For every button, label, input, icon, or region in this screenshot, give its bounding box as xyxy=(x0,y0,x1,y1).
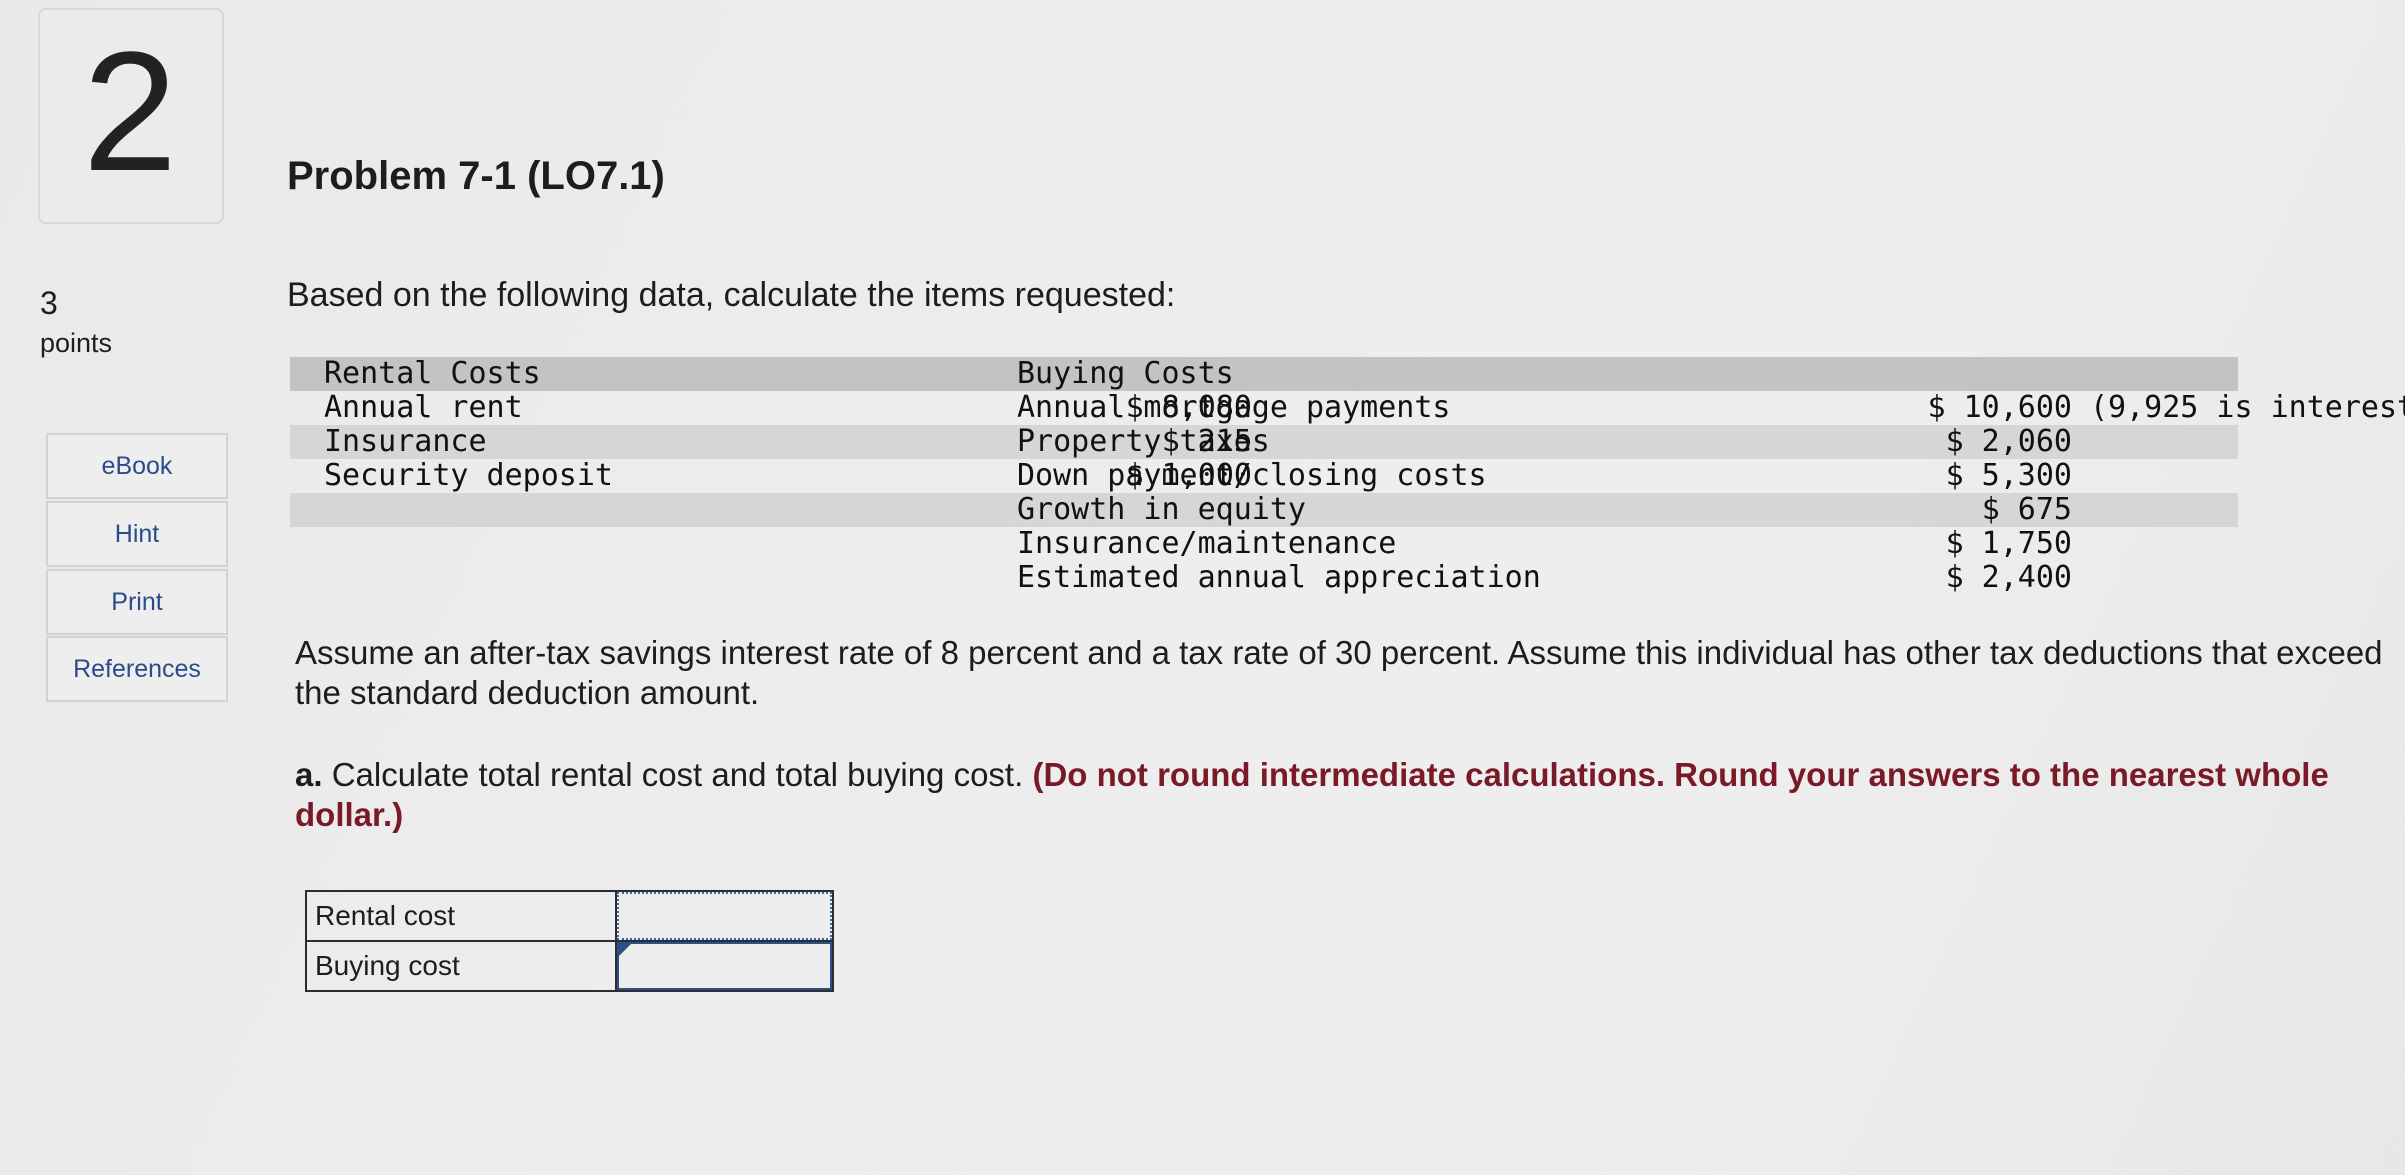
rental-costs-header: Rental Costs xyxy=(324,356,541,391)
buying-row-label: Estimated annual appreciation xyxy=(1017,560,1541,595)
print-button[interactable]: Print xyxy=(46,569,228,635)
mortgage-interest-note: (9,925 is interest) xyxy=(2090,390,2405,425)
points-value: 3 xyxy=(40,285,58,321)
problem-intro: Based on the following data, calculate t… xyxy=(287,276,1176,314)
buying-row-label: Annual mortgage payments xyxy=(1017,390,1451,425)
buying-row-value: $ 2,400 xyxy=(1945,560,2072,595)
question-number: 2 xyxy=(82,17,178,207)
buying-row-value: $ 675 xyxy=(1981,492,2072,527)
table-row: Buying cost xyxy=(305,940,834,992)
rental-row-label: Annual rent xyxy=(324,390,523,425)
assumption-text: Assume an after-tax savings interest rat… xyxy=(295,634,2383,711)
buying-row-value: $ 2,060 xyxy=(1945,424,2072,459)
points-label: points xyxy=(40,328,113,358)
buying-row-value: $ 1,750 xyxy=(1945,526,2072,561)
rental-cost-label: Rental cost xyxy=(305,890,617,942)
buying-cost-cell xyxy=(615,940,834,992)
problem-title: Problem 7-1 (LO7.1) xyxy=(287,154,665,198)
references-button[interactable]: References xyxy=(46,636,228,702)
buying-row-label: Down payment/closing costs xyxy=(1017,458,1487,493)
cost-data-table: Rental Costs Annual rent Insurance Secur… xyxy=(290,356,2405,605)
buying-row-value: $ 10,600 xyxy=(1927,390,2073,425)
answer-table: Rental cost Buying cost xyxy=(305,890,834,992)
buying-row-label: Insurance/maintenance xyxy=(1017,526,1397,561)
part-a-text: Calculate total rental cost and total bu… xyxy=(331,756,1024,793)
buying-row-value: $ 5,300 xyxy=(1945,458,2072,493)
input-marker-icon xyxy=(619,944,631,956)
rental-row-label: Insurance xyxy=(324,424,487,459)
buying-costs-header: Buying Costs xyxy=(1017,356,1234,391)
table-row: Rental cost xyxy=(305,890,834,942)
rental-row-label: Security deposit xyxy=(324,458,613,493)
buying-row-label: Property taxes xyxy=(1017,424,1270,459)
part-a-letter: a. xyxy=(295,756,323,793)
rental-cost-input[interactable] xyxy=(617,892,832,940)
buying-cost-input[interactable] xyxy=(617,942,832,990)
table-header-band xyxy=(290,357,2238,391)
hint-button[interactable]: Hint xyxy=(46,501,228,567)
rental-cost-cell xyxy=(615,890,834,942)
buying-row-label: Growth in equity xyxy=(1017,492,1306,527)
buying-cost-label: Buying cost xyxy=(305,940,617,992)
ebook-button[interactable]: eBook xyxy=(46,433,228,499)
part-a-prompt: a. Calculate total rental cost and total… xyxy=(295,755,2385,835)
